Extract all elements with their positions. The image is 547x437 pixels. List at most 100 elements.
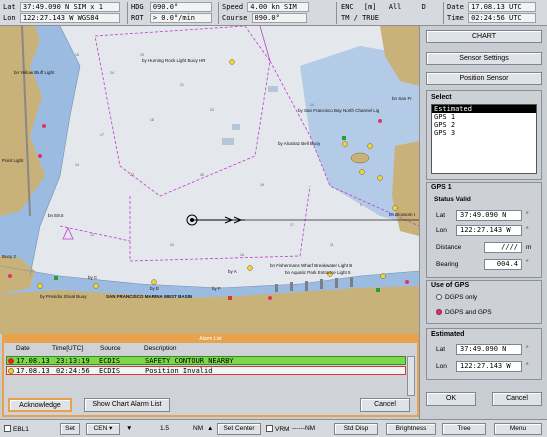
date-readout: Date 17.08.13 UTC xyxy=(447,2,537,12)
alarm-list-header: Date Time[UTC] Source Description xyxy=(16,345,177,352)
alarm-row[interactable]: 17.08.13 02:24:56 ECDIS Position Invalid xyxy=(6,366,406,375)
chart-label: by C xyxy=(88,275,98,280)
chart-button[interactable]: CHART xyxy=(426,30,542,43)
chart-label: by A xyxy=(228,269,237,274)
rot-readout: ROT > 0.0°/min xyxy=(131,13,212,23)
ok-button[interactable]: OK xyxy=(426,392,476,406)
time-readout: Time 02:24:56 UTC xyxy=(447,13,537,23)
chart-label: bn Fishermans Wharf Breakwater Light B xyxy=(270,263,353,268)
sensor-option[interactable]: GPS 1 xyxy=(432,113,536,121)
svg-text:18: 18 xyxy=(150,118,154,122)
position-sensor-button[interactable]: Position Sensor xyxy=(426,72,542,85)
nautical-chart[interactable]: 15 24 19 21 23 18 17 14 22 26 19 17 24 13 16 11 9 14 xyxy=(0,26,419,334)
brightness-button[interactable]: Brightness xyxy=(386,423,436,435)
range-down-icon[interactable]: ▼ xyxy=(126,425,132,432)
chart-label: SAN FRANCISCO MARINA WEST BASIN xyxy=(106,294,193,299)
svg-text:24: 24 xyxy=(110,71,114,75)
sensor-select-list[interactable]: Estimated GPS 1 GPS 2 GPS 3 xyxy=(431,104,537,174)
chart-label: by Hurning Rock Light Buoy HR xyxy=(142,58,206,63)
select-label: Select xyxy=(431,94,452,101)
chart-label: bn San Fr xyxy=(392,96,412,101)
use-of-gps-label: Use of GPS xyxy=(431,282,470,289)
lon-readout: Lon 122:27.143 W WGS84 xyxy=(3,13,120,23)
svg-text:24: 24 xyxy=(170,243,174,247)
chart-label: by E xyxy=(150,286,160,291)
menu-button[interactable]: Menu xyxy=(494,423,542,435)
checkbox-icon xyxy=(4,425,11,432)
estimated-lon-field: 122:27.143 W xyxy=(456,361,522,372)
chart-label: by F xyxy=(212,286,221,291)
speed-readout: Speed 4.00 kn SIM xyxy=(222,2,310,12)
svg-text:9: 9 xyxy=(360,203,362,207)
gps1-label: GPS 1 xyxy=(431,184,452,191)
range-unit: NM xyxy=(193,425,204,432)
svg-text:15: 15 xyxy=(75,53,79,57)
svg-text:23: 23 xyxy=(210,108,214,112)
dgps-only-radio[interactable]: DGPS only xyxy=(436,294,477,301)
vrm-indicator[interactable]: VRM xyxy=(266,425,289,433)
sensor-option[interactable]: GPS 3 xyxy=(432,129,536,137)
gps1-lon-field: 122:27.143 W xyxy=(456,225,522,236)
tm-mode: TM / TRUE xyxy=(341,14,379,22)
status-bar: Lat 37:49.090 N SIM x 1 Lon 122:27.143 W… xyxy=(0,0,547,26)
course-readout: Course 090.0° xyxy=(222,13,307,23)
chart-label: bn Aquatic Park Entrance Light 5 xyxy=(285,270,351,275)
lon-value: 122:27.143 W WGS84 xyxy=(19,13,120,23)
svg-text:17: 17 xyxy=(290,223,294,227)
svg-text:16: 16 xyxy=(240,253,244,257)
estimated-label: Estimated xyxy=(431,331,465,338)
svg-text:13: 13 xyxy=(90,233,94,237)
svg-text:17: 17 xyxy=(100,133,104,137)
enc-readout: ENC [m] All D xyxy=(341,3,426,11)
alarm-cancel-button[interactable]: Cancel xyxy=(360,398,410,412)
alarm-row[interactable]: 17.08.13 23:13:19 ECDIS SAFETY CONTOUR N… xyxy=(6,356,406,365)
svg-text:19: 19 xyxy=(140,53,144,57)
sensor-option[interactable]: Estimated xyxy=(432,105,536,113)
lat-value: 37:49.090 N SIM x 1 xyxy=(19,2,120,12)
bearing-field: 004.4 xyxy=(484,259,522,270)
ebl-indicator[interactable]: EBL1 xyxy=(4,425,29,433)
alarm-warning-icon xyxy=(8,368,14,374)
chart-label: Buoy 2 xyxy=(2,254,17,259)
gps1-lat-field: 37:49.090 N xyxy=(456,210,522,221)
radio-on-icon xyxy=(436,309,442,315)
alarm-scrollbar[interactable] xyxy=(407,356,415,396)
acknowledge-button[interactable]: Acknowledge xyxy=(8,398,72,412)
chevron-down-icon: ▾ xyxy=(109,425,113,432)
svg-text:21: 21 xyxy=(180,83,184,87)
status-label: Status Valid xyxy=(434,196,471,203)
svg-text:14: 14 xyxy=(310,103,314,107)
svg-text:19: 19 xyxy=(260,183,264,187)
tree-button[interactable]: Tree xyxy=(442,423,486,435)
vrm-value: ------NM xyxy=(292,425,316,432)
std-disp-button[interactable]: Std Disp xyxy=(334,423,378,435)
chart-label: Point Light xyxy=(2,158,24,163)
svg-text:11: 11 xyxy=(330,243,334,247)
chart-label: bn Yellow Bluff Light xyxy=(14,70,55,75)
lat-readout: Lat 37:49.090 N SIM x 1 xyxy=(3,2,120,12)
distance-field: //// xyxy=(484,242,522,253)
chart-label: by Presidio Shoal Buoy xyxy=(40,294,87,299)
chart-label: bn Blossom I xyxy=(389,212,416,217)
heading-readout: HDG 090.0° xyxy=(131,2,212,12)
dgps-and-gps-radio[interactable]: DGPS and GPS xyxy=(436,309,492,316)
chart-label: by San Francisco Bay North Channel Lig xyxy=(298,108,380,113)
checkbox-icon xyxy=(266,425,273,432)
svg-text:26: 26 xyxy=(200,173,204,177)
alarm-list-panel: Alarm List Date Time[UTC] Source Descrip… xyxy=(2,334,419,417)
range-up-icon[interactable]: ▲ xyxy=(207,425,213,432)
sensor-settings-button[interactable]: Sensor Settings xyxy=(426,52,542,65)
svg-text:14: 14 xyxy=(75,163,79,167)
alarm-active-icon xyxy=(8,358,14,364)
cen-dropdown[interactable]: CEN ▾ xyxy=(86,423,120,435)
range-value: 1.5 xyxy=(160,425,170,432)
svg-text:22: 22 xyxy=(130,173,134,177)
sensor-option[interactable]: GPS 2 xyxy=(432,121,536,129)
show-chart-alarm-list-button[interactable]: Show Chart Alarm List xyxy=(84,398,170,412)
panel-cancel-button[interactable]: Cancel xyxy=(492,392,542,406)
ebl-set-button[interactable]: Set xyxy=(60,423,80,435)
chart-canvas: 15 24 19 21 23 18 17 14 22 26 19 17 24 13 16 11 9 14 xyxy=(0,26,419,334)
set-center-button[interactable]: Set Center xyxy=(217,423,261,435)
chart-label: by Alcatraz Bell Buoy xyxy=(278,141,321,146)
position-sensor-panel: CHART Sensor Settings Position Sensor Se… xyxy=(419,26,547,419)
